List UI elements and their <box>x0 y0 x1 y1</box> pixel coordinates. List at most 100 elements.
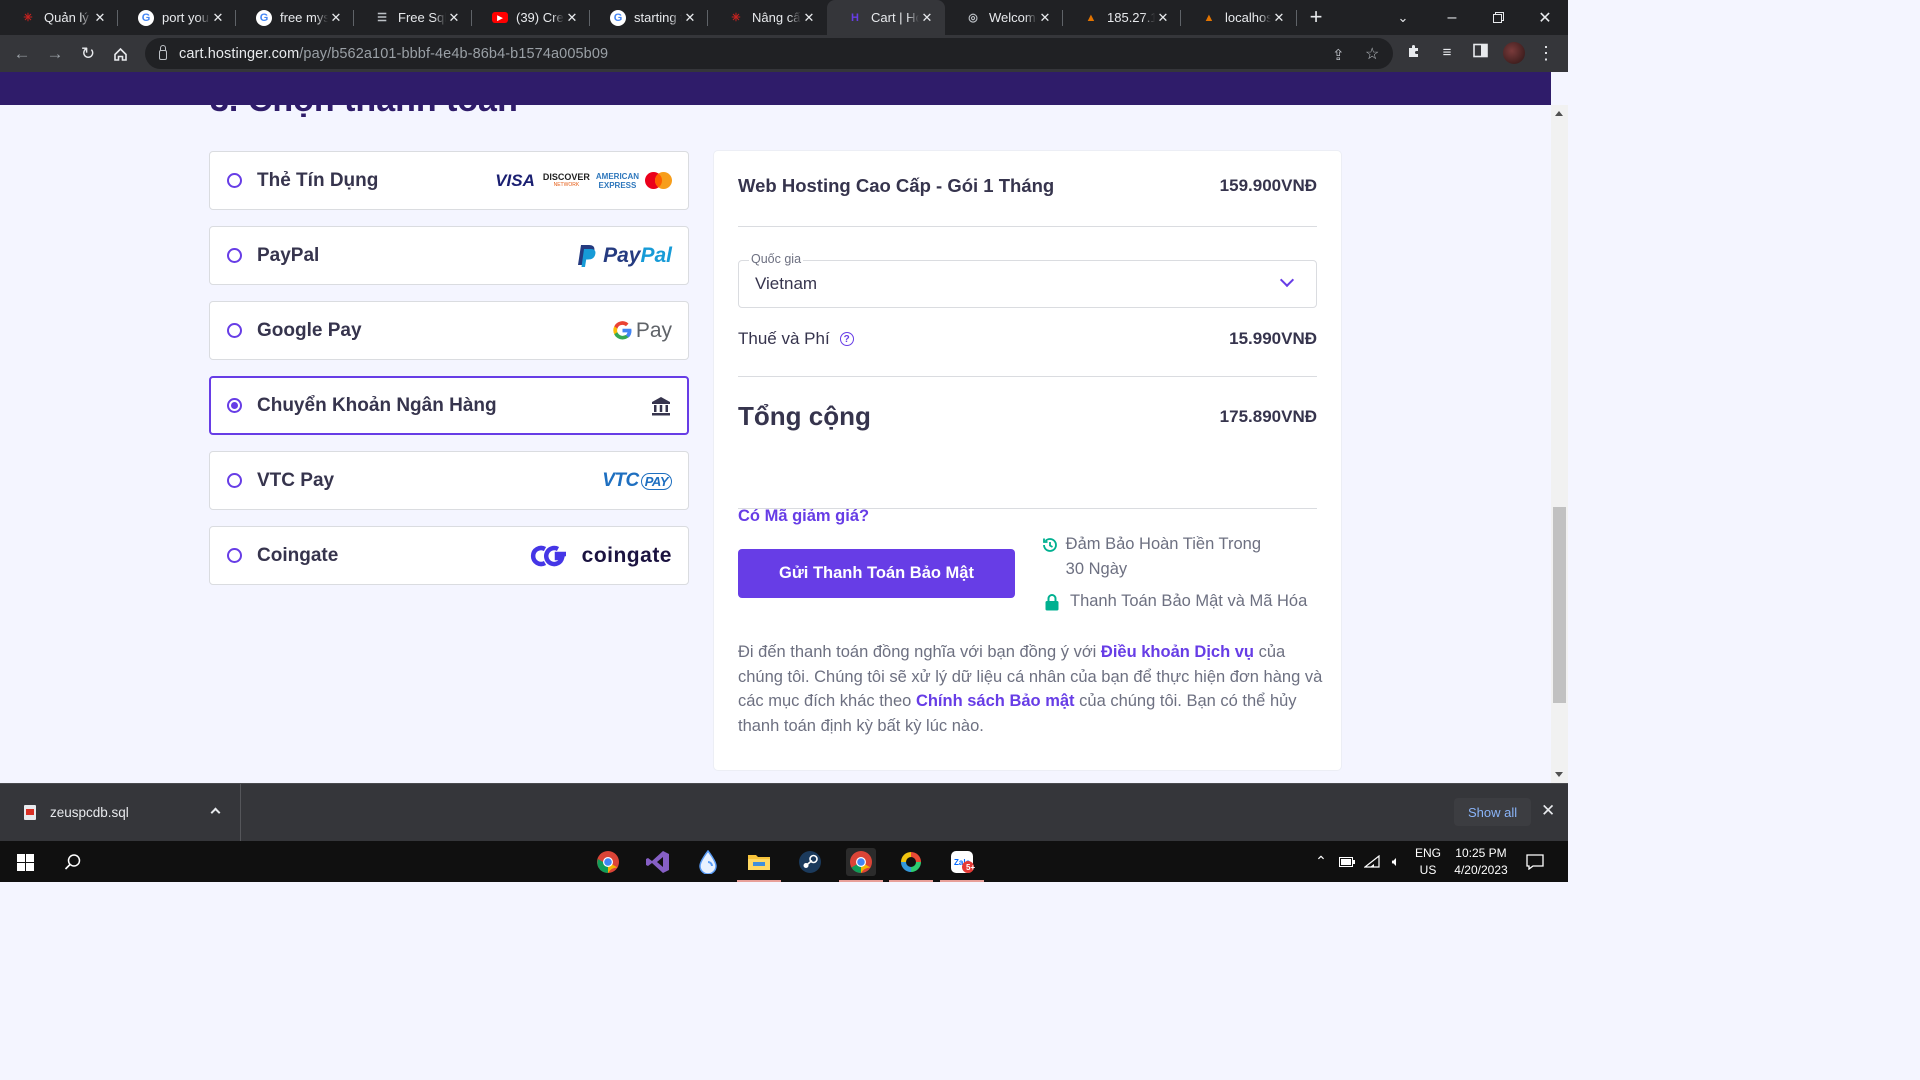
bookmark-star-icon[interactable]: ☆ <box>1365 44 1379 64</box>
checkout-page: 3. Chọn thanh toán Thẻ Tín Dụng VISA DISCO… <box>0 105 1551 783</box>
history-icon <box>1040 532 1060 554</box>
tray-overflow-icon[interactable]: ⌃ <box>1312 841 1330 882</box>
tab-close-icon[interactable]: ✕ <box>92 10 108 26</box>
chevron-up-icon[interactable] <box>210 807 221 818</box>
language-indicator[interactable]: ENG US <box>1410 841 1446 882</box>
windows-start-icon[interactable] <box>10 848 40 876</box>
discover-sub: NETWORK <box>553 181 580 188</box>
tab-close-icon[interactable]: ✕ <box>919 10 935 26</box>
guarantee-text: Đảm Bảo Hoàn Tiền Trong 30 Ngày <box>1065 535 1262 578</box>
forward-icon[interactable]: → <box>42 41 68 67</box>
radio-icon[interactable] <box>227 473 242 488</box>
page-scrollbar[interactable] <box>1551 105 1568 783</box>
browser-tab[interactable]: ✳ Quản lý D✕ <box>0 0 118 35</box>
clock[interactable]: 10:25 PM 4/20/2023 <box>1448 841 1514 882</box>
download-item[interactable]: zeuspcdb.sql <box>0 784 241 841</box>
chrome-icon[interactable] <box>593 848 623 876</box>
home-icon[interactable] <box>107 41 133 67</box>
radio-icon[interactable] <box>227 548 242 563</box>
reload-icon[interactable]: ↻ <box>75 41 101 67</box>
tab-title: Cart | Hos <box>871 10 919 25</box>
amex-text: AMERICAN <box>595 171 639 181</box>
browser-tab[interactable]: ☰ Free Sql D✕ <box>354 0 472 35</box>
lang-code: ENG <box>1414 845 1441 860</box>
tab-close-icon[interactable]: ✕ <box>1037 10 1053 26</box>
share-icon[interactable]: ⇪ <box>1332 46 1345 64</box>
profile-avatar[interactable] <box>1503 42 1525 64</box>
tab-close-icon[interactable]: ✕ <box>328 10 344 26</box>
wifi-icon[interactable] <box>1362 841 1382 882</box>
privacy-policy-link[interactable]: Chính sách Bảo mật <box>916 692 1075 710</box>
minimize-icon[interactable]: – <box>1429 0 1475 35</box>
color-app-icon[interactable] <box>889 848 933 882</box>
browser-tab[interactable]: Gfree mysq✕ <box>236 0 354 35</box>
terms-part: Đi đến thanh toán đồng nghĩa với bạn đồn… <box>738 643 1101 661</box>
address-bar[interactable]: cart.hostinger.com/pay/b562a101-bbbf-4e4… <box>145 38 1393 69</box>
new-tab-button[interactable]: + <box>1304 4 1328 30</box>
back-icon[interactable]: ← <box>9 41 35 67</box>
payment-method-option[interactable]: Google Pay Pay <box>209 301 689 360</box>
browser-tab[interactable]: ▶ (39) Creat✕ <box>472 0 590 35</box>
tab-close-icon[interactable]: ✕ <box>682 10 698 26</box>
payment-method-option[interactable]: Thẻ Tín Dụng VISA DISCOVER NETWORK AMERICAN E… <box>209 151 689 210</box>
tab-title: Free Sql D <box>398 10 446 25</box>
radio-icon[interactable] <box>227 248 242 263</box>
browser-tab-strip: ✳Quản lý D✕Gport your✕Gfree mysq✕☰Free S… <box>0 0 1568 35</box>
extensions-icon[interactable] <box>1404 43 1424 63</box>
drop-app-icon[interactable] <box>693 848 723 876</box>
scrollbar-thumb[interactable] <box>1553 507 1566 703</box>
scroll-up-icon[interactable] <box>1555 111 1563 116</box>
section-title-cut: 3. Chọn thanh toán <box>210 105 518 120</box>
media-control-icon[interactable]: ≡ <box>1437 43 1457 63</box>
radio-selected-icon[interactable] <box>227 398 242 413</box>
browser-tab[interactable]: ◎ Welcome✕ <box>945 0 1063 35</box>
scroll-down-icon[interactable] <box>1555 772 1563 777</box>
tab-search-icon[interactable]: ⌄ <box>1380 0 1426 35</box>
youtube-icon: ▶ <box>492 12 508 23</box>
tab-close-icon[interactable]: ✕ <box>446 10 462 26</box>
browser-menu-icon[interactable]: ⋮ <box>1536 43 1556 63</box>
submit-payment-button[interactable]: Gửi Thanh Toán Bảo Mật <box>738 549 1015 598</box>
payment-method-option[interactable]: Coingate coingate <box>209 526 689 585</box>
browser-tab[interactable]: Gstarting fr✕ <box>590 0 708 35</box>
search-icon[interactable] <box>58 848 88 876</box>
payment-method-option[interactable]: PayPal PayPal <box>209 226 689 285</box>
coupon-link[interactable]: Có Mã giảm giá? <box>738 507 869 526</box>
battery-icon[interactable] <box>1337 841 1357 882</box>
side-panel-icon[interactable] <box>1470 43 1490 63</box>
file-explorer-icon[interactable] <box>737 848 781 882</box>
browser-tab[interactable]: H Cart | Hos✕ <box>827 0 945 35</box>
visual-studio-icon[interactable] <box>643 848 673 876</box>
payment-method-option[interactable]: Chuyển Khoản Ngân Hàng <box>209 376 689 435</box>
window-close-icon[interactable]: ✕ <box>1522 0 1568 35</box>
radio-icon[interactable] <box>227 173 242 188</box>
tab-close-icon[interactable]: ✕ <box>1155 10 1171 26</box>
radio-icon[interactable] <box>227 323 242 338</box>
paypal-icon <box>578 244 596 267</box>
tab-close-icon[interactable]: ✕ <box>564 10 580 26</box>
notification-icon[interactable] <box>1522 841 1548 882</box>
volume-icon[interactable]: 🔈︎ <box>1386 841 1406 882</box>
tab-close-icon[interactable]: ✕ <box>210 10 226 26</box>
browser-tab[interactable]: ▲ 185.27.13✕ <box>1063 0 1181 35</box>
tab-close-icon[interactable]: ✕ <box>1271 10 1287 26</box>
terms-of-service-link[interactable]: Điều khoản Dịch vụ <box>1101 643 1254 661</box>
restore-icon[interactable] <box>1475 0 1521 35</box>
close-downloads-icon[interactable]: ✕ <box>1541 801 1555 821</box>
chevron-down-icon <box>1279 272 1295 288</box>
show-all-button[interactable]: Show all <box>1454 798 1532 826</box>
country-select[interactable]: Quốc gia Vietnam <box>738 252 1317 308</box>
steam-icon[interactable] <box>795 848 825 876</box>
country-label: Quốc gia <box>749 252 804 266</box>
google-icon: G <box>138 9 154 26</box>
zalo-icon[interactable]: Zalo 5+ <box>940 848 984 882</box>
browser-tab[interactable]: Gport your ✕ <box>118 0 236 35</box>
tab-title: free mysq <box>280 10 328 25</box>
chrome-active-icon[interactable] <box>839 848 883 882</box>
payment-method-option[interactable]: VTC Pay VTC PAY <box>209 451 689 510</box>
help-icon[interactable]: ? <box>839 332 854 346</box>
browser-tab[interactable]: ✳ Nâng cấp✕ <box>708 0 827 35</box>
browser-tab[interactable]: ▲ localhost✕ <box>1181 0 1297 35</box>
tab-close-icon[interactable]: ✕ <box>801 10 817 26</box>
downloads-bar: zeuspcdb.sql Show all ✕ <box>0 783 1568 841</box>
